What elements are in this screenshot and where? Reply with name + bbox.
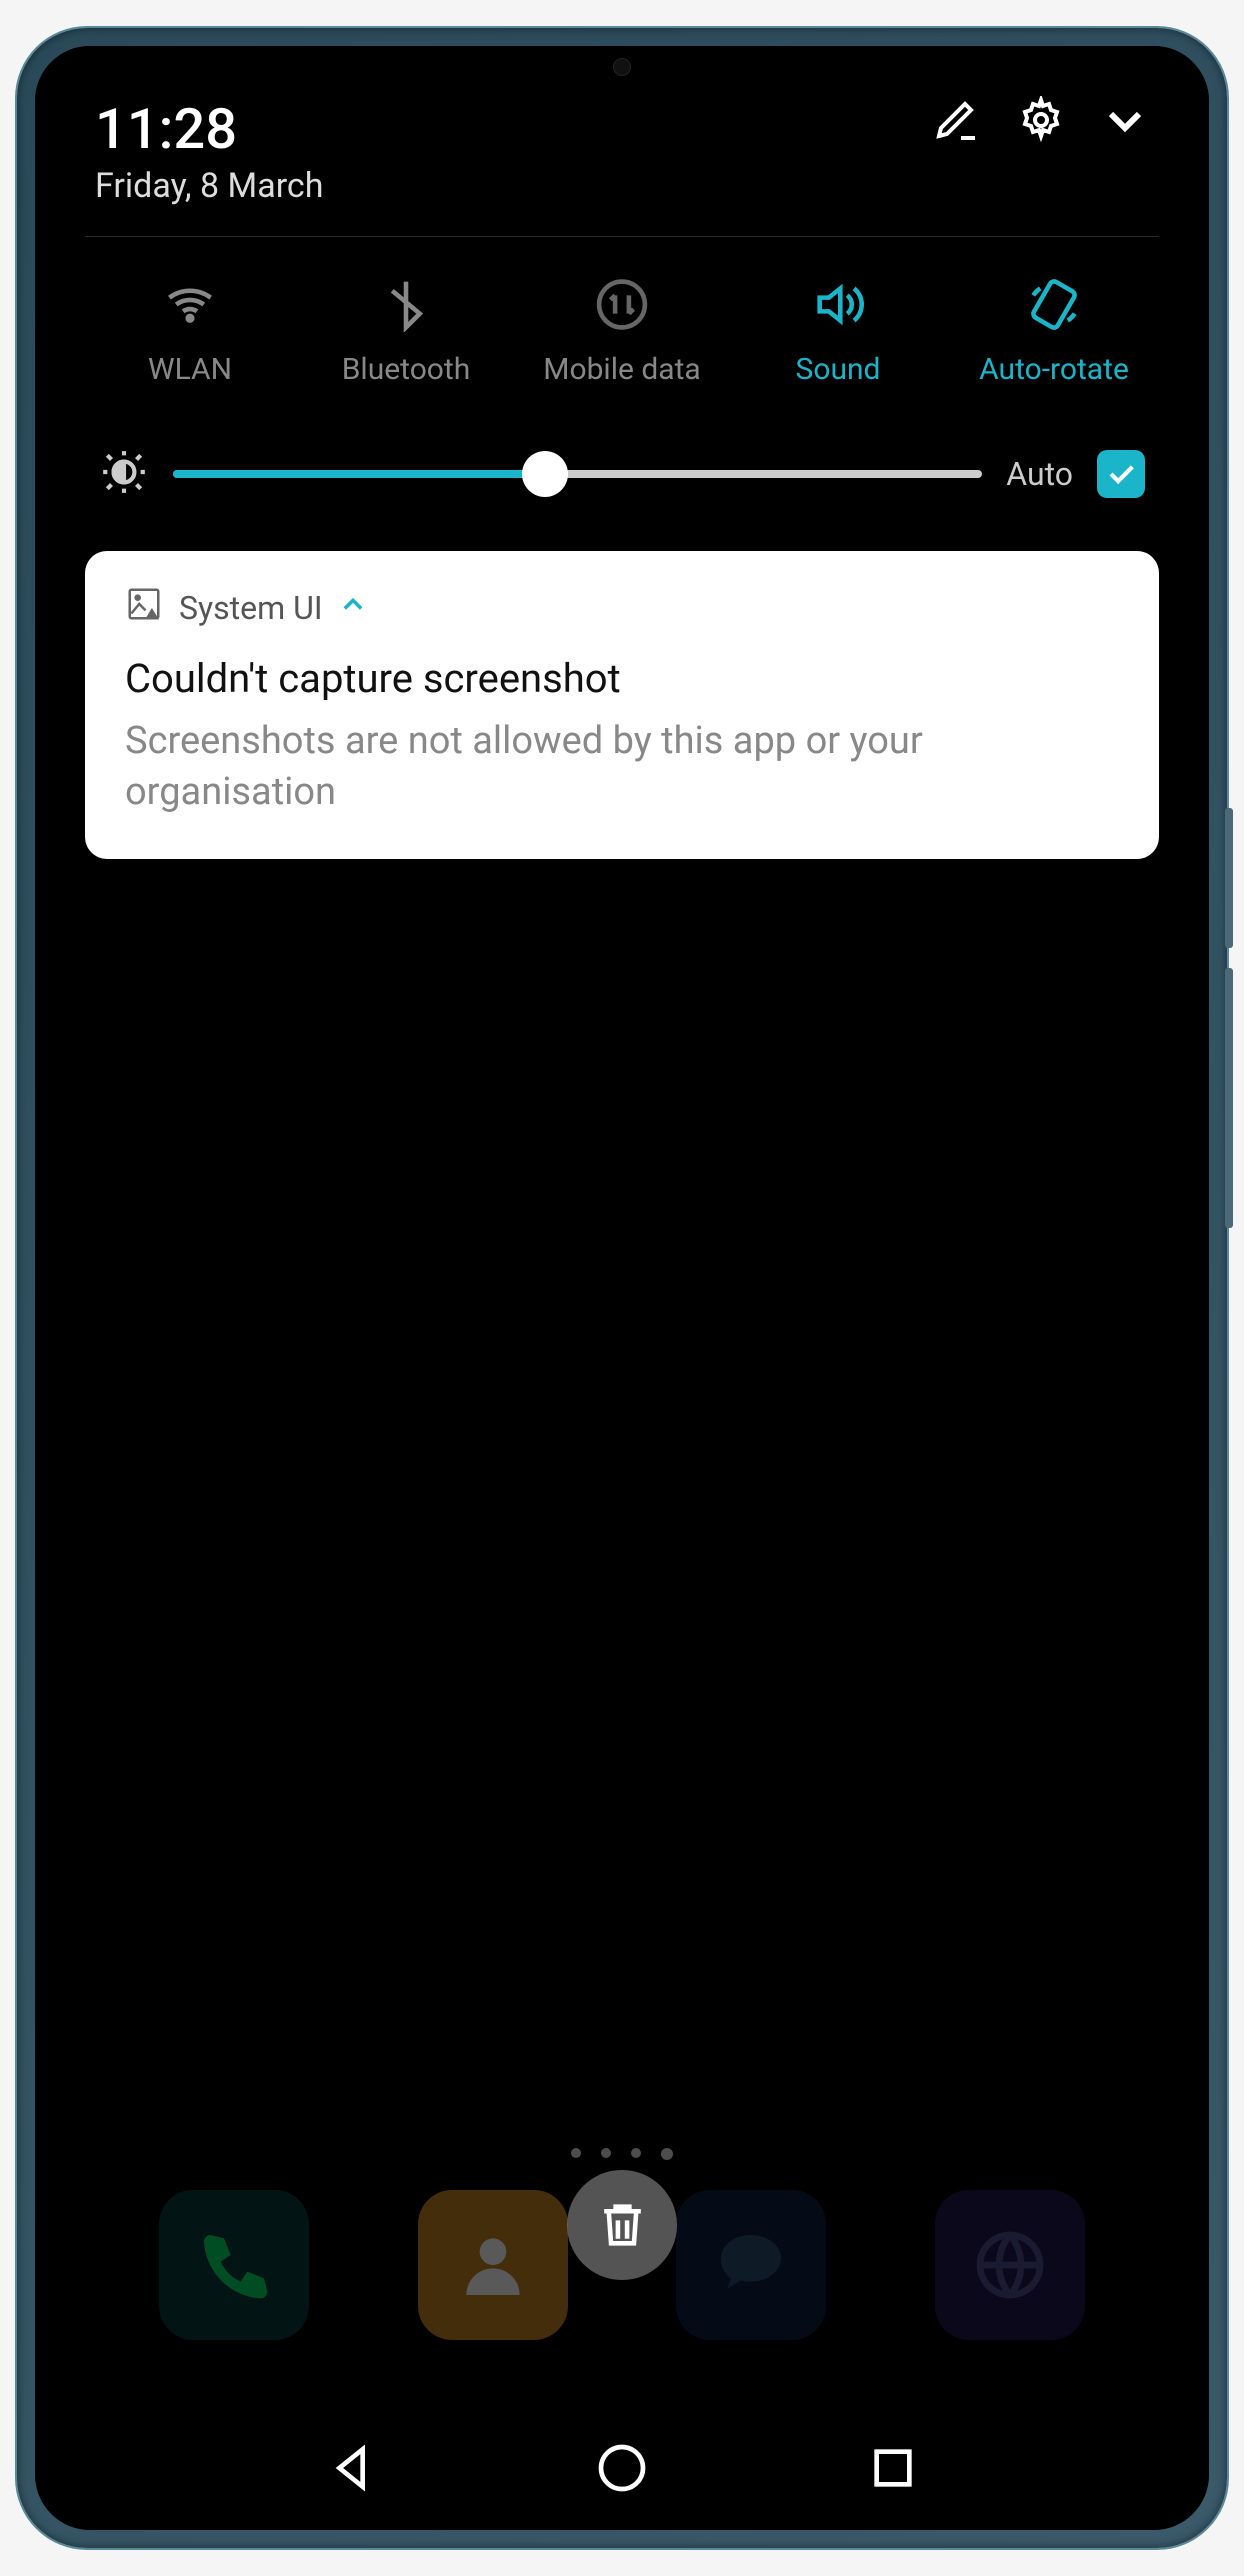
sound-icon bbox=[808, 277, 868, 332]
notification-title: Couldn't capture screenshot bbox=[125, 655, 1119, 702]
notification-body: Screenshots are not allowed by this app … bbox=[125, 716, 1119, 819]
clock-time: 11:28 bbox=[95, 96, 323, 162]
screenshot-warning-icon bbox=[125, 585, 163, 631]
screen: 11:28 Friday, 8 March bbox=[35, 46, 1209, 2530]
brightness-slider[interactable] bbox=[173, 469, 982, 479]
trash-icon bbox=[595, 2195, 650, 2255]
qs-wlan[interactable]: WLAN bbox=[95, 277, 285, 387]
quick-settings-row: WLAN Bluetooth Mobile data Sound Auto-ro… bbox=[75, 237, 1169, 407]
nav-back[interactable] bbox=[323, 2440, 379, 2500]
bluetooth-icon bbox=[376, 277, 436, 332]
qs-label: Bluetooth bbox=[342, 352, 471, 387]
qs-bluetooth[interactable]: Bluetooth bbox=[311, 277, 501, 387]
qs-label: Auto-rotate bbox=[979, 352, 1129, 387]
nav-bar bbox=[35, 2440, 1209, 2500]
home-pager bbox=[35, 2148, 1209, 2160]
browser-icon bbox=[970, 2225, 1050, 2305]
dock-app-browser[interactable] bbox=[935, 2190, 1085, 2340]
brightness-icon bbox=[99, 447, 149, 501]
notch bbox=[492, 46, 752, 88]
notification-header: System UI bbox=[125, 585, 1119, 631]
wallpaper-artifact bbox=[530, 1186, 580, 1406]
edit-icon[interactable] bbox=[933, 96, 981, 148]
volume-button bbox=[1225, 968, 1233, 1228]
front-camera bbox=[613, 58, 631, 76]
qs-label: WLAN bbox=[148, 352, 232, 387]
qs-label: Mobile data bbox=[543, 352, 700, 387]
auto-brightness-label: Auto bbox=[1006, 455, 1073, 493]
power-button bbox=[1225, 808, 1233, 948]
notification-shade: 11:28 Friday, 8 March bbox=[35, 46, 1209, 879]
qs-auto-rotate[interactable]: Auto-rotate bbox=[959, 277, 1149, 387]
nav-home[interactable] bbox=[594, 2440, 650, 2500]
notification-app-name: System UI bbox=[179, 589, 323, 627]
dock-app-phone[interactable] bbox=[159, 2190, 309, 2340]
chevron-up-icon[interactable] bbox=[339, 589, 367, 627]
gear-icon[interactable] bbox=[1017, 96, 1065, 148]
contacts-icon bbox=[453, 2225, 533, 2305]
nav-recent[interactable] bbox=[865, 2440, 921, 2500]
autorotate-icon bbox=[1024, 277, 1084, 332]
check-icon bbox=[1104, 457, 1138, 491]
chevron-down-icon[interactable] bbox=[1101, 96, 1149, 148]
phone-frame: 11:28 Friday, 8 March bbox=[17, 28, 1227, 2548]
mobile-data-icon bbox=[592, 277, 652, 332]
phone-icon bbox=[194, 2225, 274, 2305]
slider-thumb[interactable] bbox=[522, 451, 568, 497]
trash-drop-target[interactable] bbox=[567, 2170, 677, 2280]
clock-date: Friday, 8 March bbox=[95, 166, 323, 206]
qs-mobile-data[interactable]: Mobile data bbox=[527, 277, 717, 387]
qs-label: Sound bbox=[796, 352, 881, 387]
qs-sound[interactable]: Sound bbox=[743, 277, 933, 387]
redacted-region bbox=[95, 1096, 395, 1286]
wifi-icon bbox=[160, 277, 220, 332]
brightness-row: Auto bbox=[75, 407, 1169, 541]
status-header: 11:28 Friday, 8 March bbox=[75, 86, 1169, 236]
dock-app-messages[interactable] bbox=[676, 2190, 826, 2340]
dock-app-contacts[interactable] bbox=[418, 2190, 568, 2340]
message-icon bbox=[711, 2225, 791, 2305]
notification-card[interactable]: System UI Couldn't capture screenshot Sc… bbox=[85, 551, 1159, 859]
auto-brightness-checkbox[interactable] bbox=[1097, 450, 1145, 498]
